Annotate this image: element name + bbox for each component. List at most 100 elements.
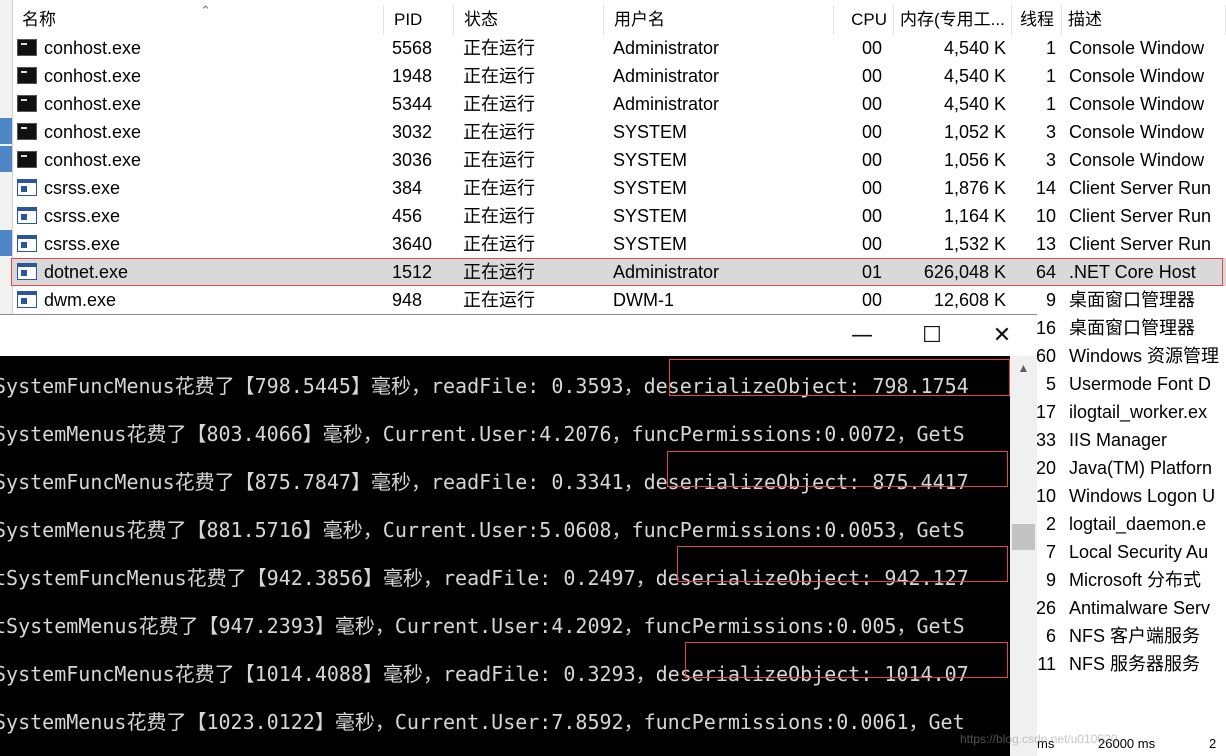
process-description: 桌面窗口管理器 — [1069, 290, 1195, 310]
process-user: SYSTEM — [613, 234, 688, 254]
process-name: conhost.exe — [44, 150, 142, 170]
process-memory: 1,164 K — [943, 206, 1006, 226]
process-status: 正在运行 — [463, 122, 535, 142]
window-icon — [17, 235, 37, 252]
selection-marker — [0, 118, 12, 144]
process-description: ilogtail_worker.ex — [1069, 402, 1208, 422]
process-status: 正在运行 — [463, 38, 535, 58]
process-memory: 4,540 K — [943, 94, 1006, 114]
process-user: Administrator — [613, 38, 720, 58]
process-name: conhost.exe — [44, 122, 142, 142]
process-description: Client Server Run — [1069, 234, 1212, 254]
process-description: Windows 资源管理 — [1069, 346, 1220, 366]
process-memory: 4,540 K — [943, 38, 1006, 58]
table-row[interactable]: csrss.exe 456 正在运行 SYSTEM 00 1,164 K 10 Client … — [12, 202, 1226, 230]
process-pid: 3640 — [392, 234, 433, 254]
console-icon — [17, 123, 37, 140]
process-status: 正在运行 — [463, 66, 535, 86]
close-button[interactable]: ✕ — [967, 315, 1037, 357]
process-threads: 1 — [1045, 38, 1056, 58]
scroll-up-icon[interactable]: ▲ — [1010, 356, 1037, 380]
process-user: Administrator — [613, 262, 720, 282]
column-header-name[interactable]: 名称 — [12, 5, 384, 35]
process-user: SYSTEM — [613, 150, 688, 170]
process-status: 正在运行 — [463, 178, 535, 198]
process-status: 正在运行 — [463, 290, 535, 310]
process-user: Administrator — [613, 94, 720, 114]
table-row[interactable]: conhost.exe 3036 正在运行 SYSTEM 00 1,056 K 3 Conso… — [12, 146, 1226, 174]
process-cpu: 01 — [861, 262, 882, 282]
window-icon — [17, 263, 37, 280]
process-description: Console Window — [1069, 150, 1205, 170]
process-threads: 14 — [1035, 178, 1056, 198]
status-right: 2 — [1209, 736, 1217, 751]
console-window[interactable]: — ☐ ✕ SystemFuncMenus花费了【798.5445】毫秒，rea… — [0, 314, 1037, 756]
process-description: Windows Logon U — [1069, 486, 1216, 506]
table-row[interactable]: dotnet.exe 1512 正在运行 Administrator 01 626,048… — [12, 258, 1226, 286]
table-row[interactable]: dwm.exe 948 正在运行 DWM-1 00 12,608 K 9 桌面窗口管理器 — [12, 286, 1226, 314]
console-title-bar[interactable]: — ☐ ✕ — [0, 314, 1037, 356]
table-row[interactable]: conhost.exe 3032 正在运行 SYSTEM 00 1,052 K 3 Conso… — [12, 118, 1226, 146]
process-cpu: 00 — [861, 206, 882, 226]
console-line: SystemMenus花费了【803.4066】毫秒，Current.User:… — [0, 422, 965, 446]
process-threads: 3 — [1045, 122, 1056, 142]
process-description: Local Security Au — [1069, 542, 1209, 562]
process-description: Console Window — [1069, 66, 1205, 86]
process-description: Console Window — [1069, 94, 1205, 114]
column-header-threads[interactable]: 线程 — [1012, 5, 1062, 35]
process-description: Antimalware Serv — [1069, 598, 1211, 618]
process-pid: 948 — [392, 290, 423, 310]
process-status: 正在运行 — [463, 262, 535, 282]
table-row[interactable]: conhost.exe 1948 正在运行 Administrator 00 4,540 … — [12, 62, 1226, 90]
scrollbar-thumb[interactable] — [1012, 524, 1035, 550]
minimize-button[interactable]: — — [827, 315, 897, 357]
maximize-button[interactable]: ☐ — [897, 315, 967, 357]
table-row[interactable]: conhost.exe 5568 正在运行 Administrator 00 4,540 … — [12, 34, 1226, 62]
console-line: SystemFuncMenus花费了【798.5445】毫秒，readFile:… — [0, 374, 969, 398]
process-status: 正在运行 — [463, 94, 535, 114]
process-pid: 456 — [392, 206, 423, 226]
column-header-pid[interactable]: PID — [384, 5, 454, 35]
process-pid: 3036 — [392, 150, 433, 170]
process-description: logtail_daemon.e — [1069, 514, 1207, 534]
process-description: .NET Core Host — [1069, 262, 1196, 282]
column-header-memory[interactable]: 内存(专用工... — [894, 5, 1012, 35]
process-threads: 10 — [1035, 206, 1056, 226]
console-line: SystemMenus花费了【1023.0122】毫秒，Current.User… — [0, 710, 965, 734]
column-header-cpu[interactable]: CPU — [834, 5, 894, 35]
selection-marker — [0, 146, 12, 172]
process-cpu: 00 — [861, 150, 882, 170]
process-cpu: 00 — [861, 234, 882, 254]
process-threads: 1 — [1045, 94, 1056, 114]
console-line: SystemMenus花费了【881.5716】毫秒，Current.User:… — [0, 518, 965, 542]
process-pid: 5344 — [392, 94, 433, 114]
console-line: SystemFuncMenus花费了【875.7847】毫秒，readFile:… — [0, 470, 969, 494]
console-icon — [17, 67, 37, 84]
process-description: Client Server Run — [1069, 178, 1212, 198]
console-icon — [17, 151, 37, 168]
console-icon — [17, 39, 37, 56]
process-cpu: 00 — [861, 66, 882, 86]
table-row[interactable]: conhost.exe 5344 正在运行 Administrator 00 4,540 … — [12, 90, 1226, 118]
process-description: Console Window — [1069, 122, 1205, 142]
process-threads: 3 — [1045, 150, 1056, 170]
console-scrollbar[interactable]: ▲ — [1010, 356, 1037, 756]
process-status: 正在运行 — [463, 206, 535, 226]
table-row[interactable]: csrss.exe 3640 正在运行 SYSTEM 00 1,532 K 13 Client… — [12, 230, 1226, 258]
console-output: SystemFuncMenus花费了【798.5445】毫秒，readFile:… — [0, 358, 1010, 756]
process-name: csrss.exe — [44, 206, 121, 226]
process-status: 正在运行 — [463, 234, 535, 254]
column-header-description[interactable]: 描述 — [1062, 5, 1226, 35]
console-icon — [17, 95, 37, 112]
column-header-user[interactable]: 用户名 — [604, 5, 834, 35]
process-memory: 1,052 K — [943, 122, 1006, 142]
process-user: SYSTEM — [613, 206, 688, 226]
process-name: conhost.exe — [44, 38, 142, 58]
process-memory: 1,532 K — [943, 234, 1006, 254]
process-threads: 64 — [1035, 262, 1056, 282]
column-header-status[interactable]: 状态 — [454, 5, 604, 35]
column-header-row: ⌃ 名称 PID 状态 用户名 CPU 内存(专用工... 线程 描述 — [12, 4, 1226, 35]
process-memory: 1,876 K — [943, 178, 1006, 198]
table-row[interactable]: csrss.exe 384 正在运行 SYSTEM 00 1,876 K 14 Client … — [12, 174, 1226, 202]
console-line: tSystemFuncMenus花费了【942.3856】毫秒，readFile… — [0, 566, 969, 590]
